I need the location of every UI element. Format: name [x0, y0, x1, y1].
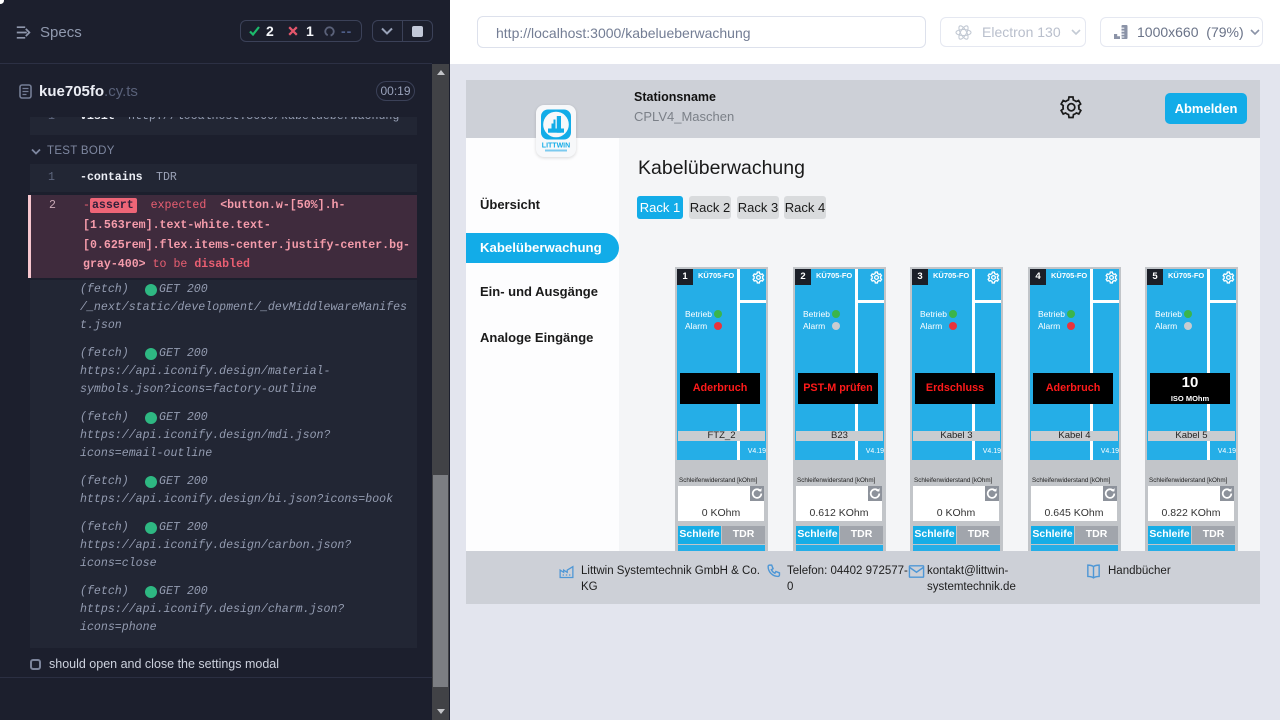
svg-text:LITTWIN: LITTWIN	[542, 143, 570, 150]
